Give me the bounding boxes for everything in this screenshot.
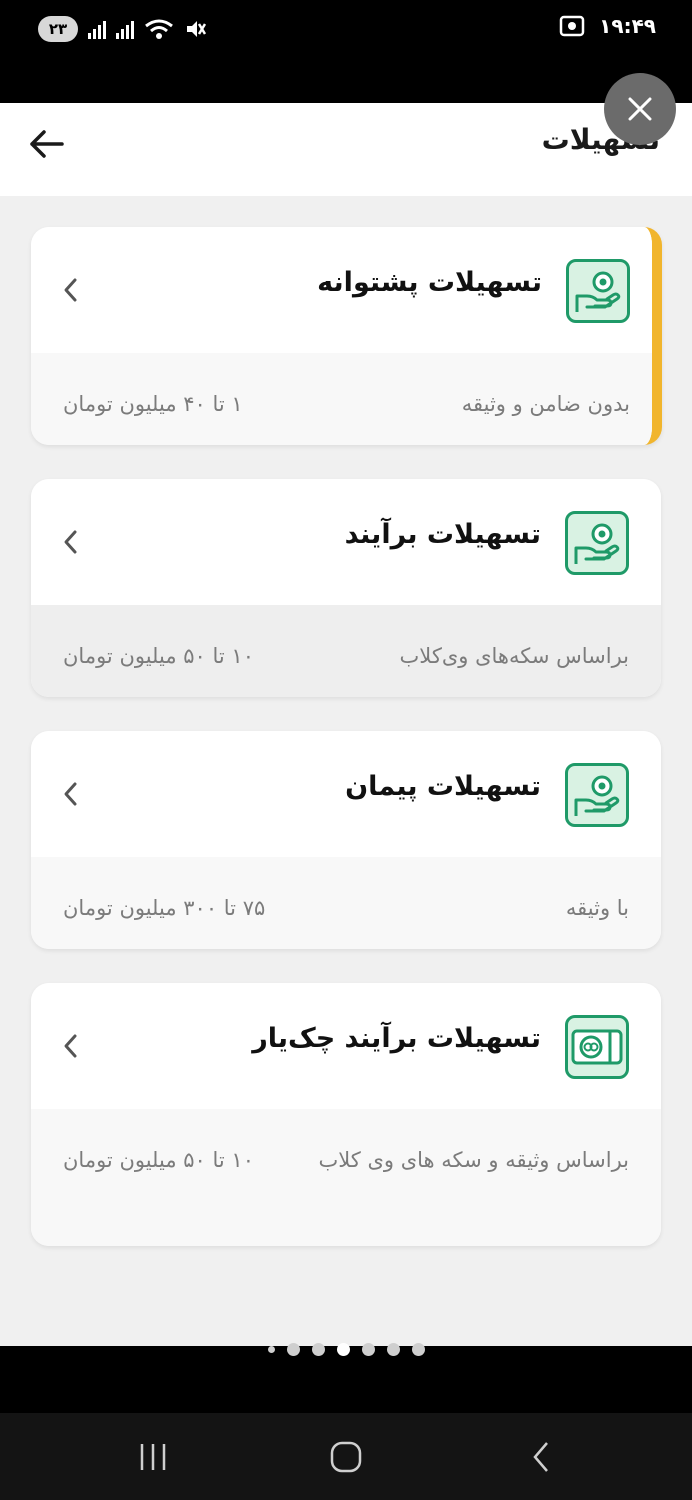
- wifi-icon: [145, 19, 173, 39]
- hand-coin-icon: [565, 511, 629, 575]
- card-condition: براساس سکه‌های وی‌کلاب: [399, 644, 629, 668]
- chevron-left-icon: [64, 278, 77, 302]
- page-dot: [361, 1342, 375, 1356]
- mute-icon: [187, 21, 206, 37]
- page-dot: [386, 1342, 400, 1356]
- chevron-left-icon: [64, 530, 77, 554]
- close-button[interactable]: [604, 73, 676, 145]
- facility-card-barayand-chekyar[interactable]: تسهیلات برآیند چک‌یار براساس وثیقه و سکه…: [31, 983, 661, 1246]
- page-dot-active: [336, 1342, 350, 1356]
- hand-coin-icon: [566, 259, 630, 323]
- card-condition: براساس وثیقه و سکه های وی کلاب: [318, 1148, 629, 1172]
- home-button[interactable]: [321, 1435, 371, 1479]
- battery-indicator: ۲۳: [38, 16, 78, 42]
- card-title: تسهیلات برآیند چک‌یار: [252, 1023, 541, 1054]
- home-icon: [330, 1441, 362, 1473]
- page-dot: [267, 1345, 275, 1353]
- page-indicator: [0, 1340, 692, 1358]
- facility-card-peyman[interactable]: تسهیلات پیمان با وثیقه ۷۵ تا ۳۰۰ میلیون …: [31, 731, 661, 949]
- clock: ۱۹:۴۹: [599, 14, 656, 38]
- card-condition: با وثیقه: [565, 896, 629, 920]
- status-bar: ۲۳ ۱۹:۴۹: [0, 0, 692, 103]
- recent-apps-icon: [140, 1444, 166, 1470]
- hand-coin-icon: [565, 763, 629, 827]
- back-button[interactable]: [22, 121, 70, 167]
- chevron-left-icon: [64, 782, 77, 806]
- card-title: تسهیلات پیمان: [345, 771, 541, 802]
- back-nav-button[interactable]: [516, 1435, 566, 1479]
- back-nav-icon: [533, 1442, 548, 1472]
- signal-icon-2: [116, 19, 134, 39]
- chevron-left-icon: [64, 1034, 77, 1058]
- card-range: ۱ تا ۴۰ میلیون تومان: [63, 392, 243, 416]
- content-area: تسهیلات پشتوانه بدون ضامن و وثیقه ۱ تا ۴…: [0, 196, 692, 1346]
- close-icon: [628, 97, 652, 121]
- card-title: تسهیلات پشتوانه: [317, 267, 542, 298]
- card-range: ۱۰ تا ۵۰ میلیون تومان: [63, 644, 254, 668]
- facility-card-barayand[interactable]: تسهیلات برآیند براساس سکه‌های وی‌کلاب ۱۰…: [31, 479, 661, 697]
- arrow-left-icon: [30, 130, 64, 158]
- page-dot: [311, 1342, 325, 1356]
- app-bar: تسهیلات: [0, 73, 692, 196]
- card-range: ۱۰ تا ۵۰ میلیون تومان: [63, 1148, 254, 1172]
- card-condition: بدون ضامن و وثیقه: [461, 392, 630, 416]
- page-dot: [286, 1342, 300, 1356]
- page-dot: [411, 1342, 425, 1356]
- facility-card-poshtvaneh[interactable]: تسهیلات پشتوانه بدون ضامن و وثیقه ۱ تا ۴…: [31, 227, 662, 445]
- recent-apps-button[interactable]: [128, 1435, 178, 1479]
- signal-icon: [88, 19, 106, 39]
- screen-record-icon: [559, 15, 585, 37]
- cheque-icon: [565, 1015, 629, 1079]
- system-nav-bar: [0, 1413, 692, 1500]
- card-range: ۷۵ تا ۳۰۰ میلیون تومان: [63, 896, 266, 920]
- card-title: تسهیلات برآیند: [344, 519, 541, 550]
